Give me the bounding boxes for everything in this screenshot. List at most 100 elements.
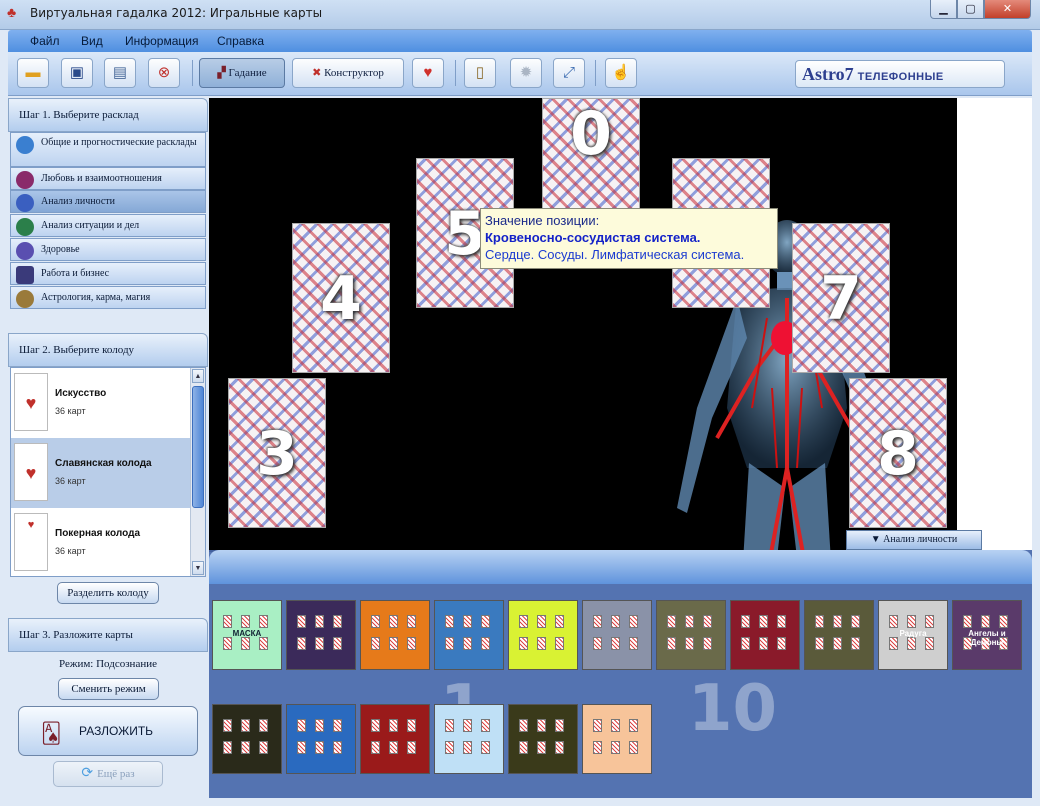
spread-thumbnail[interactable] (434, 600, 504, 670)
mini-card (371, 741, 380, 754)
spread-thumbnail[interactable] (360, 704, 430, 774)
spread-thumbnail[interactable] (582, 600, 652, 670)
category-astrology[interactable]: Астрология, карма, магия (10, 286, 206, 309)
menu-help[interactable]: Справка (217, 34, 264, 48)
mini-card (907, 615, 916, 628)
mini-card (925, 637, 934, 650)
mini-card (667, 615, 676, 628)
settings-button[interactable]: ✹ (510, 58, 542, 88)
briefcase-icon (16, 266, 34, 284)
spread-thumbnail[interactable] (212, 704, 282, 774)
spread-card-3[interactable]: 3 (228, 378, 326, 528)
health-icon (16, 242, 34, 260)
mini-card (593, 637, 602, 650)
mini-card (315, 719, 324, 732)
earth-icon (16, 218, 34, 236)
open-button[interactable]: ▬ (17, 58, 49, 88)
like-button[interactable]: ☝ (605, 58, 637, 88)
menu-view[interactable]: Вид (81, 34, 103, 48)
mini-card (981, 615, 990, 628)
category-label: Общие и прогностические расклады (41, 137, 197, 148)
spread-thumbnail[interactable]: Радуга (878, 600, 948, 670)
category-love[interactable]: Любовь и взаимоотношения (10, 167, 206, 190)
spread-thumbnail[interactable] (582, 704, 652, 774)
mini-card (223, 741, 232, 754)
stop-button[interactable]: ⊗ (148, 58, 180, 88)
favorite-button[interactable]: ♥ (412, 58, 444, 88)
mini-card (297, 637, 306, 650)
analysis-tab[interactable]: ▼ Анализ личности (846, 530, 982, 550)
menu-info[interactable]: Информация (125, 34, 198, 48)
spread-card-8[interactable]: 8 (849, 378, 947, 528)
mini-card (685, 615, 694, 628)
spread-thumbnail[interactable] (508, 600, 578, 670)
deck-item-slavic[interactable]: ♥ Славянская колода 36 карт (11, 438, 191, 508)
print-button[interactable]: ▤ (104, 58, 136, 88)
spread-thumbnail[interactable] (730, 600, 800, 670)
spread-thumbnail[interactable] (804, 600, 874, 670)
again-button[interactable]: ⟳ Ещё раз (53, 761, 163, 787)
scrollbar-thumb[interactable] (192, 386, 204, 508)
astro7-banner[interactable]: Astro7 ТЕЛЕФОННЫЕ КОНСУЛЬТАЦИИ (795, 60, 1005, 110)
again-label: Ещё раз (97, 768, 135, 780)
mini-card (537, 719, 546, 732)
thumbnail-caption: МАСКА (232, 629, 262, 638)
spread-thumbnail[interactable] (286, 600, 356, 670)
mini-card (815, 615, 824, 628)
constructor-button[interactable]: ✖ Конструктор (292, 58, 404, 88)
spread-thumbnail[interactable] (508, 704, 578, 774)
divination-button[interactable]: ▞ Гадание (199, 58, 285, 88)
spread-thumbnail[interactable] (656, 600, 726, 670)
mini-card (593, 615, 602, 628)
mini-card (463, 637, 472, 650)
split-deck-button[interactable]: Разделить колоду (57, 582, 159, 604)
book-button[interactable]: ▯ (464, 58, 496, 88)
spread-thumbnail[interactable] (286, 704, 356, 774)
printer-icon: ▤ (112, 65, 128, 81)
maximize-button[interactable]: ▢ (957, 0, 984, 19)
mini-card (889, 615, 898, 628)
menu-bar: Файл Вид Информация Справка (8, 30, 1032, 52)
fullscreen-button[interactable]: ⤢ (553, 58, 585, 88)
category-work[interactable]: Работа и бизнес (10, 262, 206, 285)
floppy-icon: ▣ (69, 65, 85, 81)
deal-button[interactable]: 🂡 РАЗЛОЖИТЬ (18, 706, 198, 756)
mini-card (759, 637, 768, 650)
spread-thumbnail[interactable] (434, 704, 504, 774)
mini-card (241, 741, 250, 754)
menu-file[interactable]: Файл (30, 34, 60, 48)
deck-count: 36 карт (55, 546, 86, 556)
mini-card (667, 637, 676, 650)
tooltip-heading: Значение позиции: (485, 213, 600, 228)
category-personality[interactable]: Анализ личности (10, 190, 206, 213)
category-health[interactable]: Здоровье (10, 238, 206, 261)
deck-scrollbar[interactable]: ▲ ▼ (190, 368, 205, 576)
change-mode-button[interactable]: Сменить режим (58, 678, 159, 700)
save-button[interactable]: ▣ (61, 58, 93, 88)
scroll-up-arrow-icon[interactable]: ▲ (192, 369, 204, 383)
spread-thumbnail[interactable]: МАСКА (212, 600, 282, 670)
scroll-down-arrow-icon[interactable]: ▼ (192, 561, 204, 575)
title-bar: ♣ Виртуальная гадалка 2012: Игральные ка… (0, 0, 1040, 30)
category-general[interactable]: Общие и прогностические расклады (10, 132, 206, 167)
mini-card (481, 637, 490, 650)
left-pane: Шаг 1. Выберите расклад Общие и прогност… (8, 96, 208, 798)
mini-card (537, 741, 546, 754)
cards-icon: 🂡 (41, 723, 62, 745)
deck-thumbnail: ♥ (14, 513, 48, 571)
deck-item-art[interactable]: ♥ Искусство 36 карт (11, 368, 191, 438)
minimize-button[interactable]: ▁ (930, 0, 957, 19)
spread-card-7[interactable]: 7 (792, 223, 890, 373)
category-situation[interactable]: Анализ ситуации и дел (10, 214, 206, 237)
window-title: Виртуальная гадалка 2012: Игральные карт… (30, 6, 323, 20)
spread-thumbnails: МАСКА Радуга Ангелы и Демоны (212, 600, 1030, 780)
spread-thumbnail[interactable] (360, 600, 430, 670)
toolbar-separator (595, 60, 596, 86)
mini-card (555, 615, 564, 628)
category-label: Здоровье (41, 244, 80, 255)
spread-card-4[interactable]: 4 (292, 223, 390, 373)
mini-card (333, 615, 342, 628)
close-button[interactable]: ✕ (984, 0, 1031, 19)
spread-thumbnail[interactable]: Ангелы и Демоны (952, 600, 1022, 670)
deck-item-poker[interactable]: ♥ Покерная колода 36 карт (11, 508, 191, 576)
